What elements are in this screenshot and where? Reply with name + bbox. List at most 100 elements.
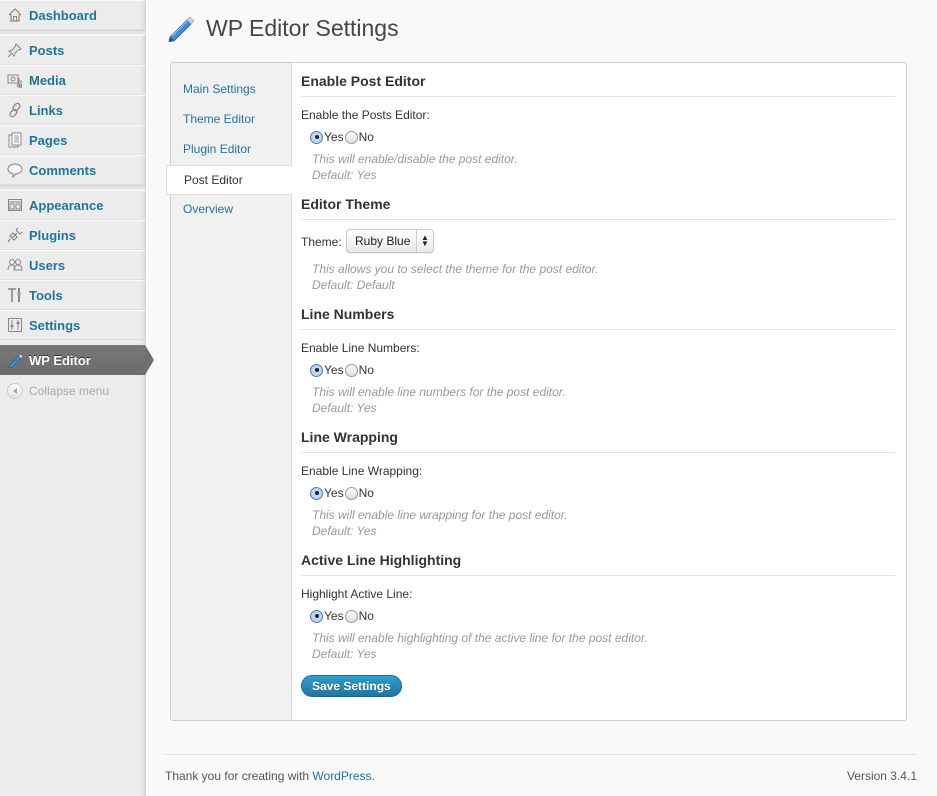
select-arrows-icon: ▲▼: [416, 230, 433, 252]
section-title: Line Numbers: [301, 306, 895, 330]
radio-yes[interactable]: [310, 364, 323, 377]
sidebar-item-label: Links: [29, 103, 63, 118]
sidebar-item-media[interactable]: Media: [0, 65, 145, 95]
footer-thanks-text: Thank you for creating with: [165, 769, 312, 783]
radio-yes-label[interactable]: Yes: [324, 363, 344, 377]
help-default: Default: Default: [312, 277, 598, 293]
version-text: Version 3.4.1: [847, 769, 917, 783]
sidebar-item-label: Dashboard: [29, 8, 97, 23]
sidebar-item-label: Appearance: [29, 198, 103, 213]
section-title: Editor Theme: [301, 196, 895, 220]
theme-select[interactable]: Ruby Blue ▲▼: [346, 229, 434, 253]
sidebar-item-posts[interactable]: Posts: [0, 35, 145, 65]
help-default: Default: Yes: [312, 400, 566, 416]
help-description: This allows you to select the theme for …: [312, 261, 598, 277]
help-description: This will enable/disable the post editor…: [312, 151, 518, 167]
sidebar-item-label: Tools: [29, 288, 63, 303]
help-description: This will enable line numbers for the po…: [312, 384, 566, 400]
sidebar-item-settings[interactable]: Settings: [0, 310, 145, 340]
house-icon: [7, 7, 23, 23]
section-title: Enable Post Editor: [301, 73, 895, 97]
section-title: Active Line Highlighting: [301, 552, 895, 576]
footer: Thank you for creating with WordPress. V…: [165, 754, 917, 755]
radio-no-label[interactable]: No: [359, 609, 374, 623]
save-settings-button[interactable]: Save Settings: [301, 675, 402, 697]
help-text: This will enable/disable the post editor…: [312, 151, 518, 183]
sidebar-item-plugins[interactable]: Plugins: [0, 220, 145, 250]
theme-select-value: Ruby Blue: [347, 234, 416, 248]
help-text: This will enable highlighting of the act…: [312, 630, 648, 662]
tab-plugin-editor[interactable]: Plugin Editor: [183, 142, 251, 156]
radio-no-label[interactable]: No: [359, 363, 374, 377]
pages-icon: [7, 132, 23, 148]
settings-panel: Main Settings Theme Editor Plugin Editor…: [170, 62, 907, 721]
radio-yes[interactable]: [310, 487, 323, 500]
post-editor-radio-group: Yes No: [310, 130, 375, 144]
section-title: Line Wrapping: [301, 429, 895, 453]
help-description: This will enable line wrapping for the p…: [312, 507, 568, 523]
help-text: This will enable line wrapping for the p…: [312, 507, 568, 539]
wordpress-link[interactable]: WordPress: [312, 769, 371, 783]
active-line-radio-group: Yes No: [310, 609, 375, 623]
pencil-icon: [166, 12, 196, 45]
radio-no[interactable]: [345, 364, 358, 377]
field-label: Theme:: [301, 235, 342, 249]
speech-bubble-icon: [7, 162, 23, 178]
radio-no[interactable]: [345, 487, 358, 500]
plug-icon: [7, 227, 23, 243]
chain-link-icon: [7, 102, 23, 118]
radio-no[interactable]: [345, 610, 358, 623]
radio-no[interactable]: [345, 131, 358, 144]
sidebar-item-tools[interactable]: Tools: [0, 280, 145, 310]
help-default: Default: Yes: [312, 523, 568, 539]
sidebar-item-links[interactable]: Links: [0, 95, 145, 125]
sidebar-item-label: Comments: [29, 163, 96, 178]
radio-yes[interactable]: [310, 131, 323, 144]
tools-icon: [7, 287, 23, 303]
radio-no-label[interactable]: No: [359, 130, 374, 144]
tab-theme-editor[interactable]: Theme Editor: [183, 112, 255, 126]
help-text: This will enable line numbers for the po…: [312, 384, 566, 416]
sidebar-item-label: Plugins: [29, 228, 76, 243]
sidebar-item-comments[interactable]: Comments: [0, 155, 145, 185]
users-icon: [7, 257, 23, 273]
line-numbers-radio-group: Yes No: [310, 363, 375, 377]
sidebar-item-dashboard[interactable]: Dashboard: [0, 0, 145, 30]
radio-yes-label[interactable]: Yes: [324, 130, 344, 144]
field-label: Enable Line Numbers:: [301, 341, 420, 355]
footer-thanks-suffix: .: [372, 769, 375, 783]
appearance-icon: [7, 197, 23, 213]
tab-post-editor[interactable]: Post Editor: [166, 165, 293, 195]
field-label: Highlight Active Line:: [301, 587, 412, 601]
page-header: WP Editor Settings: [166, 12, 399, 45]
radio-yes[interactable]: [310, 610, 323, 623]
sidebar-item-label: Users: [29, 258, 65, 273]
pencil-icon: [7, 352, 23, 368]
sidebar-item-label: Settings: [29, 318, 80, 333]
sidebar-item-label: WP Editor: [29, 353, 91, 368]
radio-yes-label[interactable]: Yes: [324, 609, 344, 623]
collapse-arrow-icon: [7, 383, 23, 399]
tab-main-settings[interactable]: Main Settings: [183, 82, 256, 96]
tab-overview[interactable]: Overview: [183, 202, 233, 216]
media-icon: [7, 72, 23, 88]
sidebar-item-pages[interactable]: Pages: [0, 125, 145, 155]
sidebar-item-label: Posts: [29, 43, 64, 58]
sidebar-item-label: Pages: [29, 133, 67, 148]
sidebar-item-wp-editor[interactable]: WP Editor: [0, 345, 145, 375]
collapse-menu-button[interactable]: Collapse menu: [0, 378, 145, 404]
page-title: WP Editor Settings: [206, 15, 399, 42]
field-label: Enable the Posts Editor:: [301, 108, 430, 122]
radio-yes-label[interactable]: Yes: [324, 486, 344, 500]
sidebar-item-label: Media: [29, 73, 66, 88]
help-default: Default: Yes: [312, 646, 648, 662]
pushpin-icon: [7, 42, 23, 58]
settings-tabs: Main Settings Theme Editor Plugin Editor…: [171, 63, 292, 720]
help-description: This will enable highlighting of the act…: [312, 630, 648, 646]
sidebar-item-users[interactable]: Users: [0, 250, 145, 280]
help-text: This allows you to select the theme for …: [312, 261, 598, 293]
radio-no-label[interactable]: No: [359, 486, 374, 500]
help-default: Default: Yes: [312, 167, 518, 183]
sliders-icon: [7, 317, 23, 333]
sidebar-item-appearance[interactable]: Appearance: [0, 190, 145, 220]
